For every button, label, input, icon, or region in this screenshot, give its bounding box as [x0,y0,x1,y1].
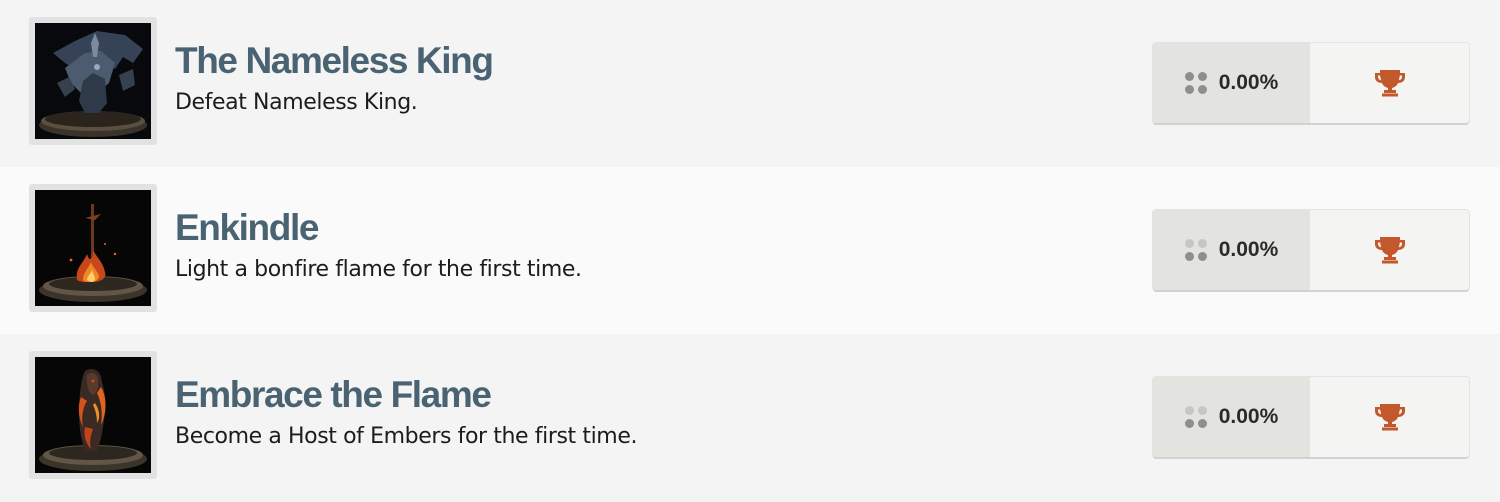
achievement-stats: 0.00% [1153,377,1469,457]
achievement-row-nameless-king[interactable]: The Nameless King Defeat Nameless King. … [0,0,1500,167]
trophy-cell[interactable] [1310,43,1469,123]
unlock-rate[interactable]: 0.00% [1153,43,1310,123]
unlock-rate[interactable]: 0.00% [1153,377,1310,457]
rarity-dots-icon [1184,406,1207,428]
unlock-percent: 0.00% [1218,71,1279,94]
nameless-king-icon [35,23,151,139]
bronze-trophy-icon [1374,404,1405,431]
achievement-description: Defeat Nameless King. [175,90,418,115]
achievement-title[interactable]: The Nameless King [175,38,494,84]
rarity-dots-icon [1184,239,1207,261]
achievement-thumbnail[interactable] [29,351,157,479]
achievement-row-enkindle[interactable]: Enkindle Light a bonfire flame for the f… [0,167,1500,334]
achievement-stats: 0.00% [1153,43,1469,123]
unlock-percent: 0.00% [1218,405,1279,428]
achievement-title[interactable]: Enkindle [175,205,319,251]
achievement-row-embrace-the-flame[interactable]: Embrace the Flame Become a Host of Ember… [0,334,1500,502]
ember-knight-icon [35,357,151,473]
achievement-description: Become a Host of Embers for the first ti… [175,424,638,449]
bronze-trophy-icon [1374,70,1405,97]
rarity-dots-icon [1184,72,1207,94]
trophy-cell[interactable] [1310,377,1469,457]
achievement-title[interactable]: Embrace the Flame [175,372,492,418]
unlock-rate[interactable]: 0.00% [1153,210,1310,290]
achievement-list: The Nameless King Defeat Nameless King. … [0,0,1500,502]
bonfire-icon [35,190,151,306]
bronze-trophy-icon [1374,237,1405,264]
achievement-thumbnail[interactable] [29,184,157,312]
unlock-percent: 0.00% [1218,238,1279,261]
trophy-cell[interactable] [1310,210,1469,290]
achievement-stats: 0.00% [1153,210,1469,290]
achievement-description: Light a bonfire flame for the first time… [175,257,582,282]
achievement-thumbnail[interactable] [29,17,157,145]
